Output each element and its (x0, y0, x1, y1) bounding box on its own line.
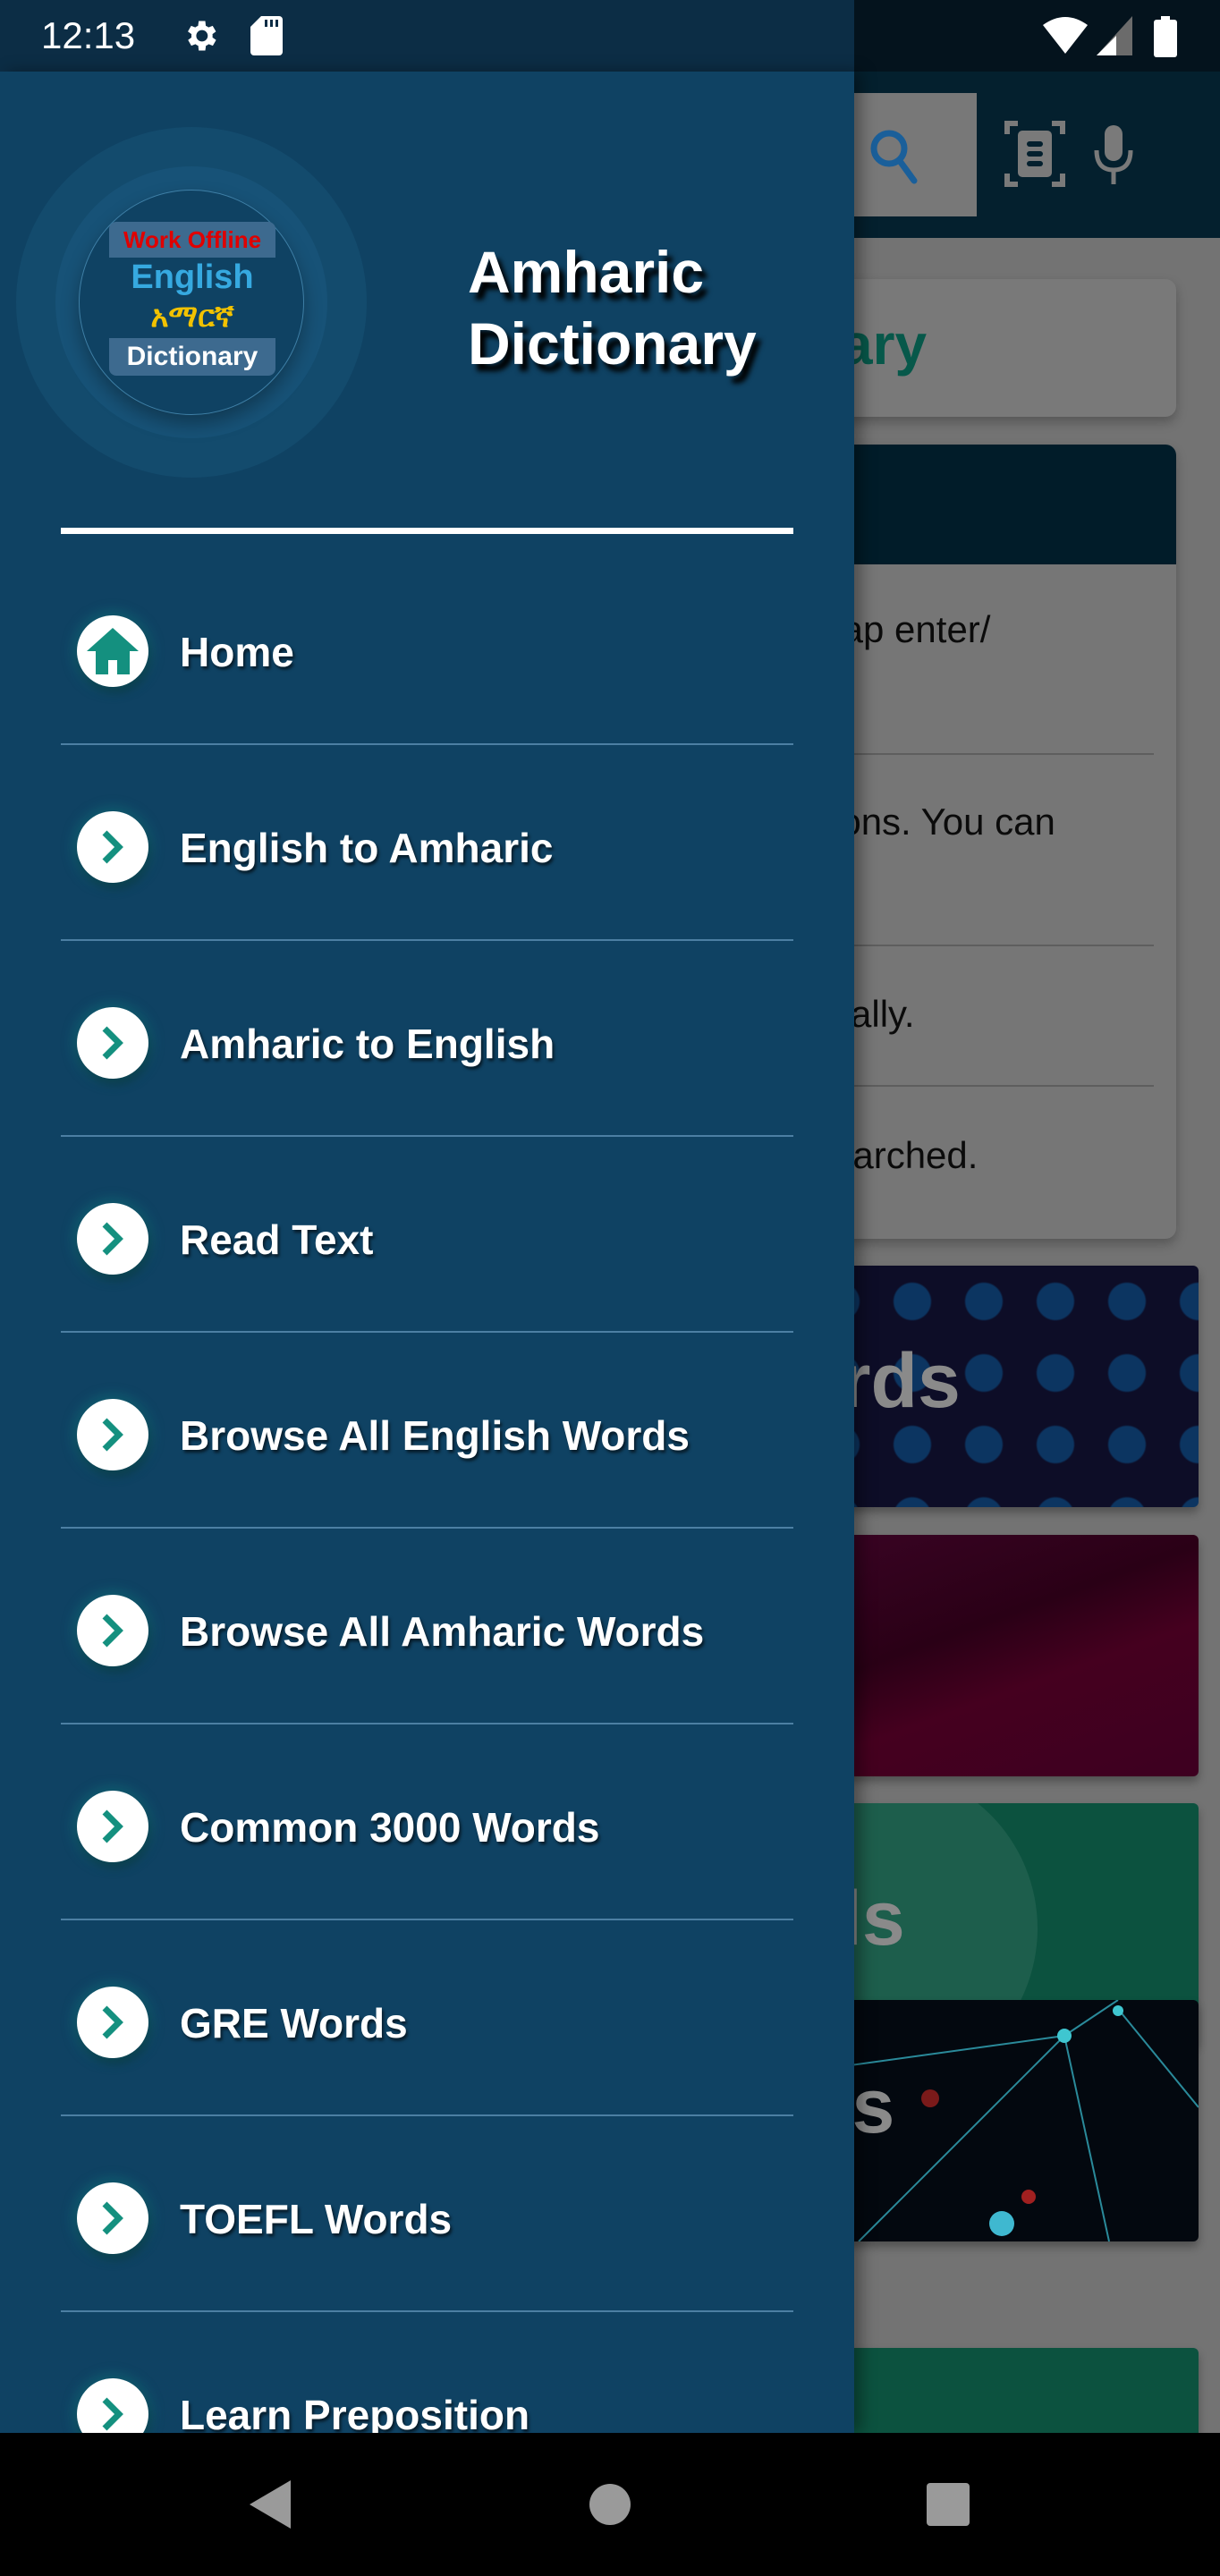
menu-item-read-text[interactable]: Read Text (0, 1137, 854, 1333)
chevron-right-icon (77, 2378, 148, 2433)
wifi-icon (1043, 17, 1088, 54)
info-divider (805, 1085, 1154, 1087)
search-icon[interactable] (868, 125, 921, 188)
menu-item-toefl-words[interactable]: TOEFL Words (0, 2116, 854, 2312)
logo-amharic: አማርኛ (150, 300, 234, 334)
chevron-right-icon (77, 1595, 148, 1666)
status-bar: 12:13 (0, 0, 1220, 72)
menu-item-learn-preposition[interactable]: Learn Preposition (0, 2312, 854, 2433)
settings-icon (188, 21, 216, 51)
menu-item-label: TOEFL Words (180, 2196, 453, 2242)
info-line: tap enter/ (832, 608, 991, 650)
menu-item-label: GRE Words (180, 2000, 408, 2046)
microphone-icon[interactable] (1091, 123, 1136, 186)
feature-tile[interactable] (805, 1535, 1199, 1776)
chevron-right-icon (77, 2182, 148, 2254)
menu-item-label: English to Amharic (180, 825, 554, 871)
chevron-right-icon (77, 1203, 148, 1275)
menu-item-label: Learn Preposition (180, 2392, 530, 2433)
menu-item-browse-english-words[interactable]: Browse All English Words (0, 1333, 854, 1529)
menu-item-amharic-to-english[interactable]: Amharic to English (0, 941, 854, 1137)
document-scan-icon[interactable] (1004, 120, 1066, 188)
menu-item-gre-words[interactable]: GRE Words (0, 1920, 854, 2116)
feature-tile[interactable]: ns (805, 2000, 1199, 2241)
app-logo-badge: Work Offline English አማርኛ Dictionary (109, 222, 275, 388)
menu-item-home[interactable]: Home (0, 549, 854, 745)
chevron-right-icon (77, 1791, 148, 1862)
tile-text: rds (841, 1338, 961, 1424)
system-nav-bar (0, 2433, 1220, 2576)
recents-icon (927, 2483, 970, 2526)
menu-item-label: Read Text (180, 1216, 374, 1263)
chevron-right-icon (77, 1007, 148, 1079)
menu-item-label: Browse All Amharic Words (180, 1608, 705, 1655)
info-divider (805, 945, 1154, 946)
feature-tile[interactable]: rds (805, 1266, 1199, 1507)
home-icon (77, 615, 148, 687)
chevron-right-icon (77, 811, 148, 883)
home-circle-icon (589, 2484, 631, 2525)
logo-work-offline: Work Offline (109, 222, 275, 258)
header-divider (61, 528, 793, 534)
back-button[interactable] (243, 2478, 297, 2531)
info-card-header (805, 445, 1176, 564)
recents-button[interactable] (921, 2478, 975, 2531)
app-title: Amharic Dictionary (468, 239, 757, 377)
back-icon (250, 2480, 291, 2529)
home-button[interactable] (583, 2478, 637, 2531)
cellular-signal-icon (1097, 16, 1132, 55)
menu-item-label: Amharic to English (180, 1021, 555, 1067)
drawer-menu: Home English to Amharic Amharic to Engli… (0, 549, 854, 2433)
menu-item-label: Common 3000 Words (180, 1804, 600, 1851)
clock: 12:13 (41, 14, 136, 56)
menu-item-label: Home (180, 629, 294, 675)
logo-dictionary: Dictionary (109, 338, 275, 376)
chevron-right-icon (77, 1987, 148, 2058)
navigation-drawer: Work Offline English አማርኛ Dictionary Amh… (0, 72, 854, 2433)
menu-item-common-3000-words[interactable]: Common 3000 Words (0, 1724, 854, 1920)
logo-english: English (131, 258, 254, 296)
info-divider (805, 753, 1154, 755)
sd-card-icon (250, 16, 283, 55)
battery-icon (1154, 16, 1177, 57)
menu-item-english-to-amharic[interactable]: English to Amharic (0, 745, 854, 941)
menu-item-browse-amharic-words[interactable]: Browse All Amharic Words (0, 1529, 854, 1724)
info-line: ions. You can (832, 801, 1055, 843)
menu-item-label: Browse All English Words (180, 1412, 690, 1459)
chevron-right-icon (77, 1399, 148, 1470)
